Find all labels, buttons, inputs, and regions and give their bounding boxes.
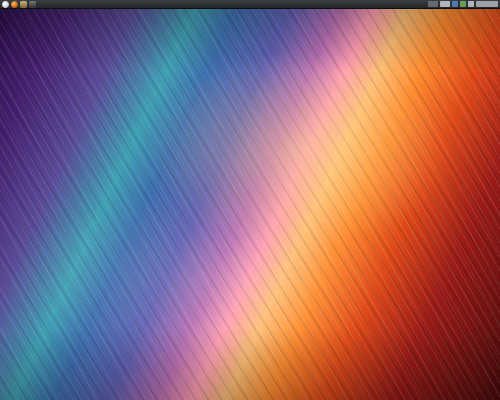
system-tray <box>428 0 498 9</box>
network-icon[interactable] <box>428 1 438 7</box>
volume-icon[interactable] <box>460 1 466 7</box>
browser-icon[interactable] <box>11 0 18 8</box>
workspace-switcher-icon[interactable] <box>440 1 450 7</box>
app-menu-icon[interactable] <box>2 0 9 8</box>
desktop[interactable] <box>0 0 500 400</box>
power-icon[interactable] <box>476 1 498 7</box>
panel-launchers <box>2 0 36 9</box>
file-manager-icon[interactable] <box>20 0 27 8</box>
top-panel <box>0 0 500 9</box>
terminal-icon[interactable] <box>29 0 36 8</box>
desktop-wallpaper <box>0 0 500 400</box>
battery-icon[interactable] <box>468 1 474 7</box>
window-list-icon[interactable] <box>452 1 458 7</box>
